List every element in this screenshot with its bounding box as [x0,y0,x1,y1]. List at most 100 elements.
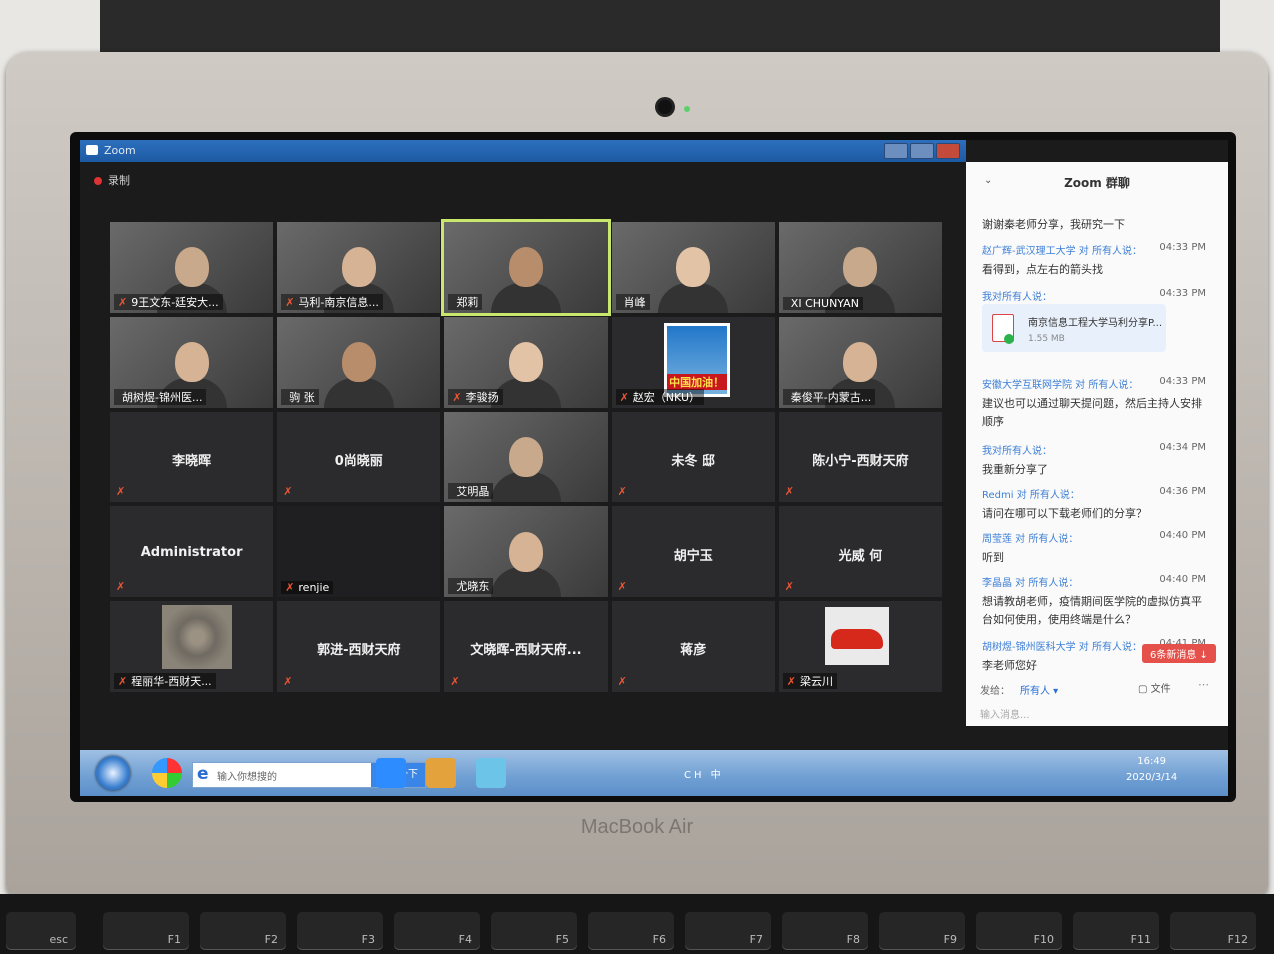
zoom-titlebar: Zoom [80,140,966,162]
participant-face [843,342,878,383]
participant-tile[interactable]: 胡树煜-锦州医... [110,316,274,408]
key: F8 [782,912,868,950]
app-icon[interactable] [152,758,182,788]
mic-muted-icon: ✗ [619,390,629,404]
key: F6 [588,912,674,950]
participant-face [508,437,543,478]
message-text: 谢谢秦老师分享，我研究一下 [982,218,1125,231]
clock: 16:49 2020/3/14 [1126,754,1177,786]
message-text: 请问在哪可以下载老师们的分享？ [982,507,1147,520]
participant-face [341,342,376,383]
message-text: 想请教胡老师，疫情期间医学院的虚拟仿真平台如何使用，使用终端是什么？ [982,595,1202,626]
message-time: 04:33 PM [1159,288,1206,299]
participant-tile[interactable]: ✗ 梁云川 [778,601,942,692]
mic-muted-icon: ✗ [450,675,460,688]
mic-muted-icon: ✗ [617,485,627,499]
clock-time: 16:49 [1137,756,1167,767]
chat-message: 谢谢秦老师分享，我研究一下 [982,212,1206,234]
participant-tile[interactable]: 郭进-西财天府 ✗ [277,601,441,692]
participant-tile[interactable]: 中国加油！ ✗ 赵宏（NKU） [611,316,775,408]
participant-face [174,342,209,383]
participant-label: 尤晓东 [448,578,494,595]
new-messages-button[interactable]: 6条新消息 ↓ [1142,644,1216,663]
participant-tile[interactable]: ✗ 马利-南京信息... [277,222,441,313]
participant-video [490,282,561,313]
participant-label: ✗ 马利-南京信息... [281,293,383,310]
chat-input[interactable]: 输入消息... [980,706,1030,721]
laptop-photo: Zoom 录制 ✗ 9王文东-廷安大... ✗ 马利-南京信息... 郑莉 肖峰 XI CH… [0,0,1274,954]
participant-tile[interactable]: 蒋彦 ✗ [611,601,775,692]
participant-name: 梁云川 [800,675,834,688]
participant-tile[interactable]: 驹 张 [277,316,441,408]
participant-tile[interactable]: 陈小宁-西财天府 ✗ [778,411,942,503]
participant-name: 李晓晖 [172,453,212,469]
mic-muted-icon: ✗ [285,295,295,309]
participant-label: 肖峰 [615,293,650,310]
participant-tile[interactable]: 未冬 邸 ✗ [611,411,775,503]
participant-tile[interactable]: Administrator ✗ [110,506,274,598]
close-button[interactable] [936,143,960,159]
key: F12 [1170,912,1256,950]
background-monitor [100,0,1220,60]
participant-tile[interactable]: 0尚晓丽 ✗ [277,411,441,503]
participant-tile[interactable]: ✗ 李骏扬 [444,316,608,408]
window-icon[interactable] [476,758,506,788]
message-text: 听到 [982,551,1004,564]
participant-name: renjie [298,581,330,595]
key-label: F2 [264,933,278,946]
participant-label: ✗ 赵宏（NKU） [615,388,705,405]
key: F11 [1073,912,1159,950]
avatar-badge: 中国加油！ [666,373,727,390]
folder-icon[interactable] [426,758,456,788]
message-time: 04:40 PM [1159,574,1206,585]
minimize-button[interactable] [884,143,908,159]
mic-muted-icon: ✗ [118,675,128,688]
participant-name: 光威 何 [838,548,883,564]
participant-tile[interactable]: ✗ 9王文东-廷安大... [110,222,274,313]
participant-tile[interactable]: ✗ 程丽华-西财天... [110,601,274,692]
participant-tile[interactable]: 秦俊平-内蒙古... [778,316,942,408]
mic-muted-icon: ✗ [116,485,126,499]
file-button[interactable]: ▢ 文件 [1138,680,1171,695]
window-title: Zoom [104,144,136,157]
participant-tile[interactable]: 文晓晖-西财天府... ✗ [444,601,608,692]
gallery-grid: ✗ 9王文东-廷安大... ✗ 马利-南京信息... 郑莉 肖峰 XI CHUNYAN 胡树煜… [110,219,942,692]
participant-tile[interactable]: XI CHUNYAN [778,222,942,313]
participant-tile[interactable]: 李晓晖 ✗ [110,411,274,503]
key: esc [6,912,76,950]
shared-file[interactable]: 南京信息工程大学马利分享P... 1.55 MB [982,304,1166,352]
participant-name: 0尚晓丽 [334,453,383,469]
start-button[interactable] [96,756,130,790]
participant-tile[interactable]: 尤晓东 [444,506,608,598]
zoom-taskbar-icon[interactable] [376,758,406,788]
file-size: 1.55 MB [1028,334,1065,344]
participant-tile[interactable]: ✗ renjie [277,506,441,598]
participant-video [323,377,394,408]
participant-name: 马利-南京信息... [298,295,379,309]
participant-tile[interactable]: 肖峰 [611,222,775,313]
send-to-selector[interactable]: 发给： 所有人 ▾ [980,682,1058,697]
participant-name: 肖峰 [623,295,646,309]
more-icon[interactable]: ⋯ [1198,678,1209,691]
system-tray: CH 中 [684,770,724,781]
participant-video [658,282,729,313]
participant-tile[interactable]: 郑莉 [441,219,611,316]
laptop-brand: MacBook Air [580,816,694,838]
participant-label: XI CHUNYAN [782,296,863,310]
participant-tile[interactable]: 艾明晶 [444,411,608,503]
key: F2 [200,912,286,950]
chat-message: 我对所有人说： 04:34 PM 我重新分享了 [982,442,1206,479]
participant-tile[interactable]: 光威 何 ✗ [778,506,942,598]
participant-name: 艾明晶 [456,485,490,499]
key-label: F10 [1033,933,1054,946]
participant-name: XI CHUNYAN [790,296,859,310]
recording-indicator[interactable]: 录制 [94,172,130,188]
mic-muted-icon: ✗ [786,675,797,688]
search-placeholder: 输入你想搜的 [217,772,277,783]
participant-name: 9王文东-廷安大... [131,295,219,309]
send-to-value[interactable]: 所有人 ▾ [1020,686,1058,697]
participant-label: 驹 张 [281,388,319,405]
maximize-button[interactable] [910,143,934,159]
key-label: F8 [846,933,860,946]
participant-tile[interactable]: 胡宁玉 ✗ [611,506,775,598]
